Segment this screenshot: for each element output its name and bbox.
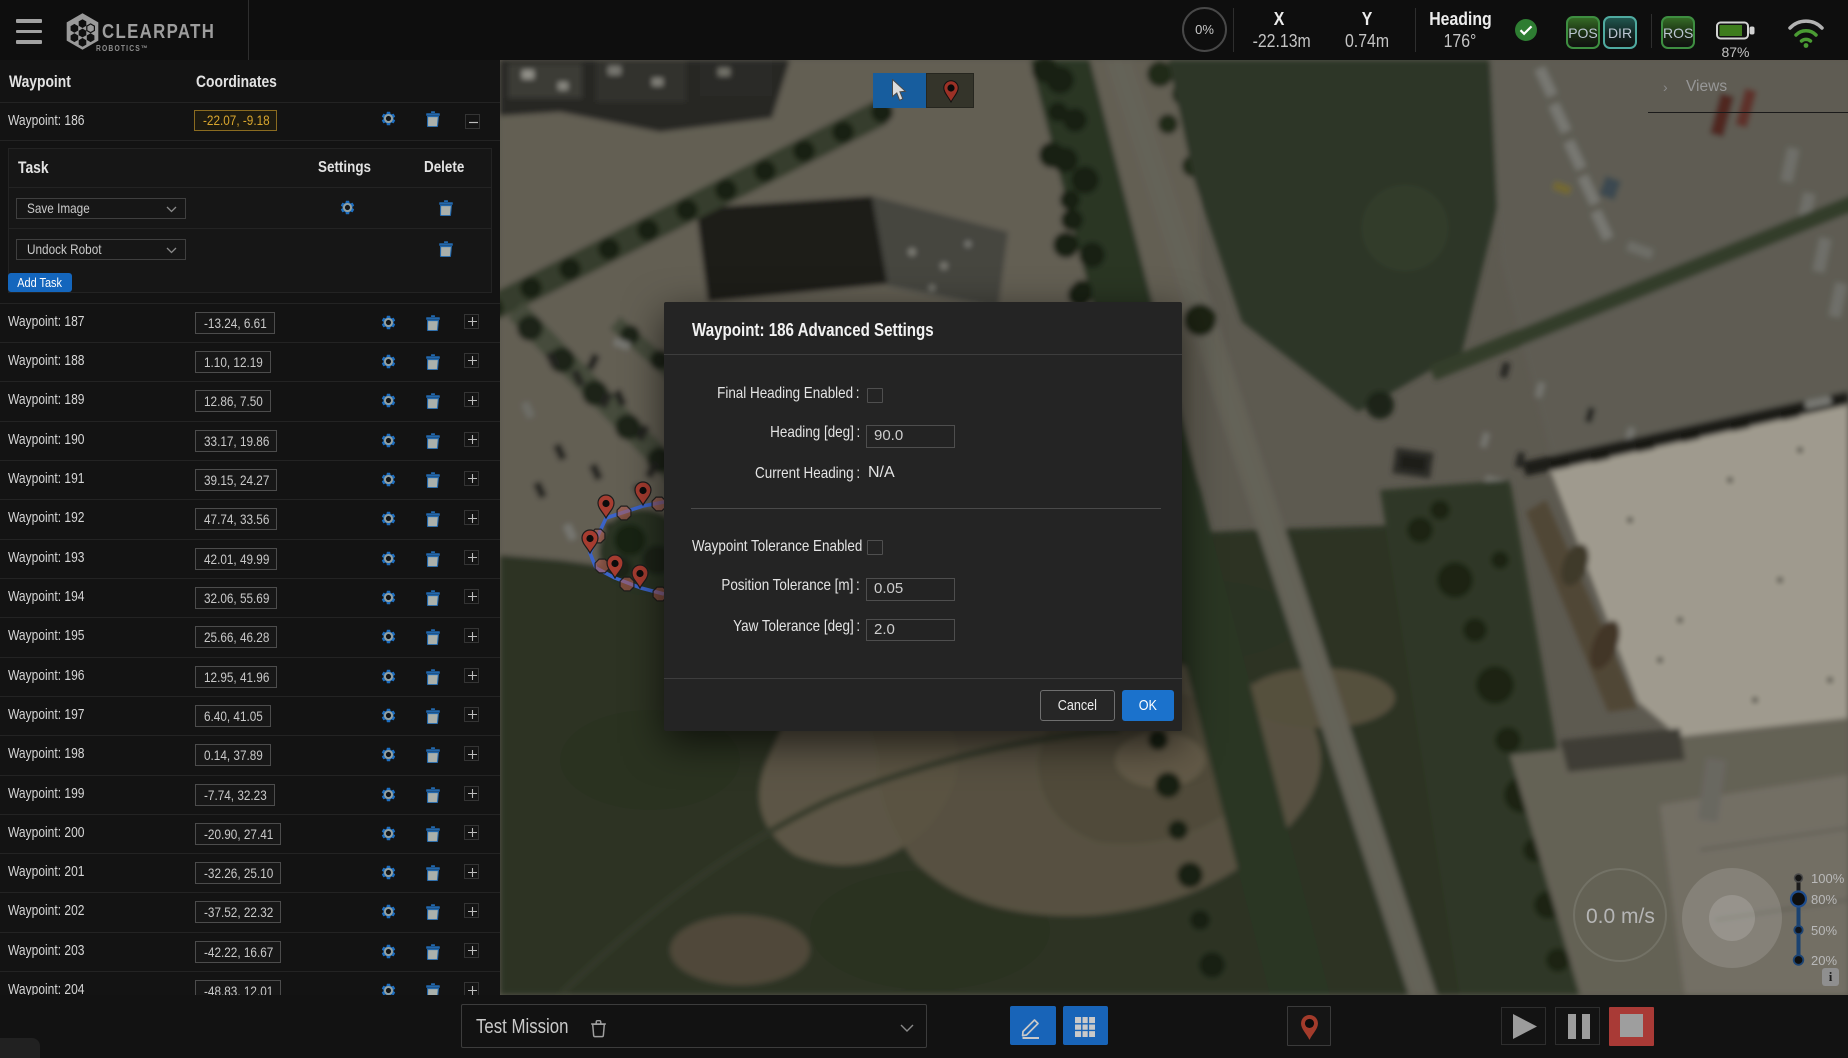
svg-text:50%: 50% — [1811, 923, 1837, 938]
svg-text:20%: 20% — [1811, 953, 1837, 968]
svg-text:100%: 100% — [1811, 871, 1845, 886]
svg-text:80%: 80% — [1811, 892, 1837, 907]
